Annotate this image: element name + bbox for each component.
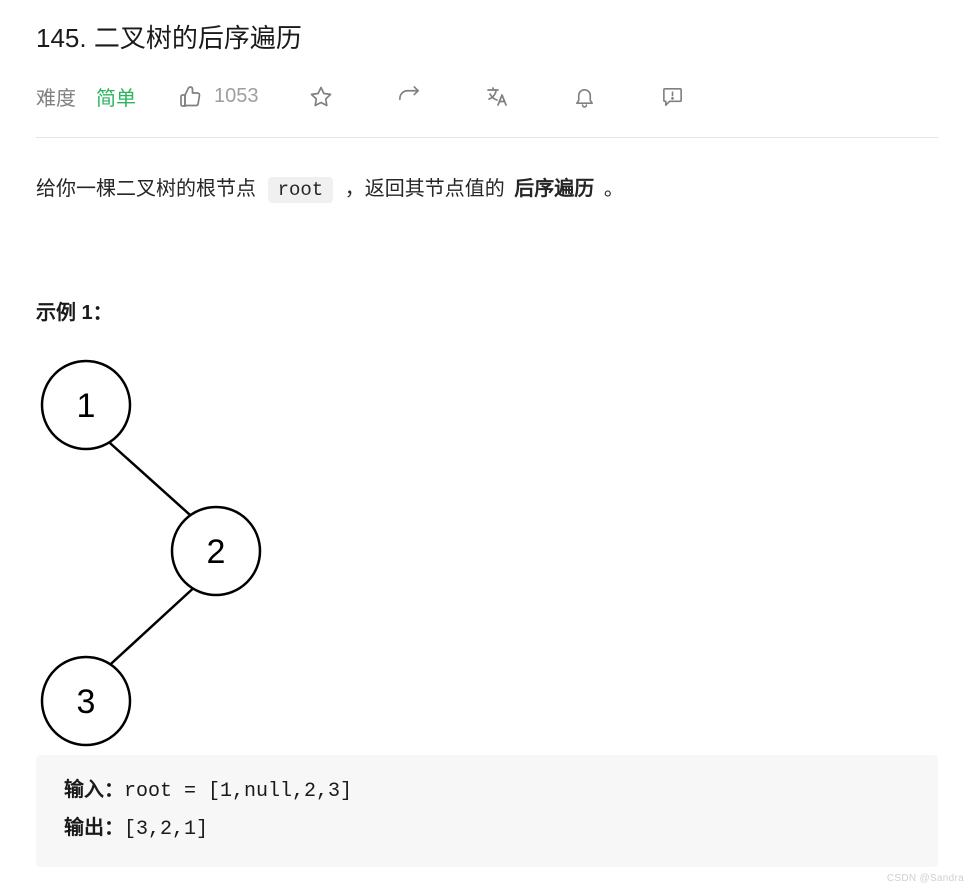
problem-content: 给你一棵二叉树的根节点 root ，返回其节点值的 后序遍历 。 示例 1： 1… xyxy=(36,138,938,867)
bell-icon xyxy=(573,85,596,108)
feedback-icon xyxy=(661,85,684,108)
desc-mid: ，返回其节点值的 xyxy=(339,178,510,200)
star-icon xyxy=(309,85,333,109)
share-button[interactable] xyxy=(395,83,423,111)
desc-pre: 给你一棵二叉树的根节点 xyxy=(36,178,262,200)
example-heading: 示例 1： xyxy=(36,296,938,325)
likes-count: 1053 xyxy=(214,85,259,108)
tree-node-3: 3 xyxy=(77,683,96,721)
tree-diagram: 1 2 3 xyxy=(36,355,938,755)
example-output-line: 输出：[3,2,1] xyxy=(64,811,910,849)
thumbs-up-icon xyxy=(178,85,202,109)
example-code-block: 输入：root = [1,null,2,3] 输出：[3,2,1] xyxy=(36,755,938,867)
likes-button[interactable]: 1053 xyxy=(178,85,259,109)
difficulty-label: 难度 xyxy=(36,82,76,111)
translate-icon xyxy=(485,85,509,109)
example-input-line: 输入：root = [1,null,2,3] xyxy=(64,773,910,811)
desc-end: 。 xyxy=(598,178,624,200)
tree-node-2: 2 xyxy=(207,533,226,571)
problem-description: 给你一棵二叉树的根节点 root ，返回其节点值的 后序遍历 。 xyxy=(36,172,938,206)
favorite-button[interactable] xyxy=(307,83,335,111)
difficulty-value: 简单 xyxy=(96,82,136,111)
share-icon xyxy=(397,85,420,108)
translate-button[interactable] xyxy=(483,83,511,111)
problem-title: 145. 二叉树的后序遍历 xyxy=(36,0,938,60)
output-label: 输出： xyxy=(64,818,124,841)
meta-row: 难度 简单 1053 xyxy=(36,60,938,138)
feedback-button[interactable] xyxy=(659,83,687,111)
desc-strong: 后序遍历 xyxy=(514,178,594,200)
notifications-button[interactable] xyxy=(571,83,599,111)
output-value: [3,2,1] xyxy=(124,818,208,841)
watermark: CSDN @Sandra xyxy=(887,873,964,884)
tree-node-1: 1 xyxy=(77,387,96,425)
input-value: root = [1,null,2,3] xyxy=(124,780,352,803)
desc-code: root xyxy=(268,177,334,203)
input-label: 输入： xyxy=(64,780,124,803)
